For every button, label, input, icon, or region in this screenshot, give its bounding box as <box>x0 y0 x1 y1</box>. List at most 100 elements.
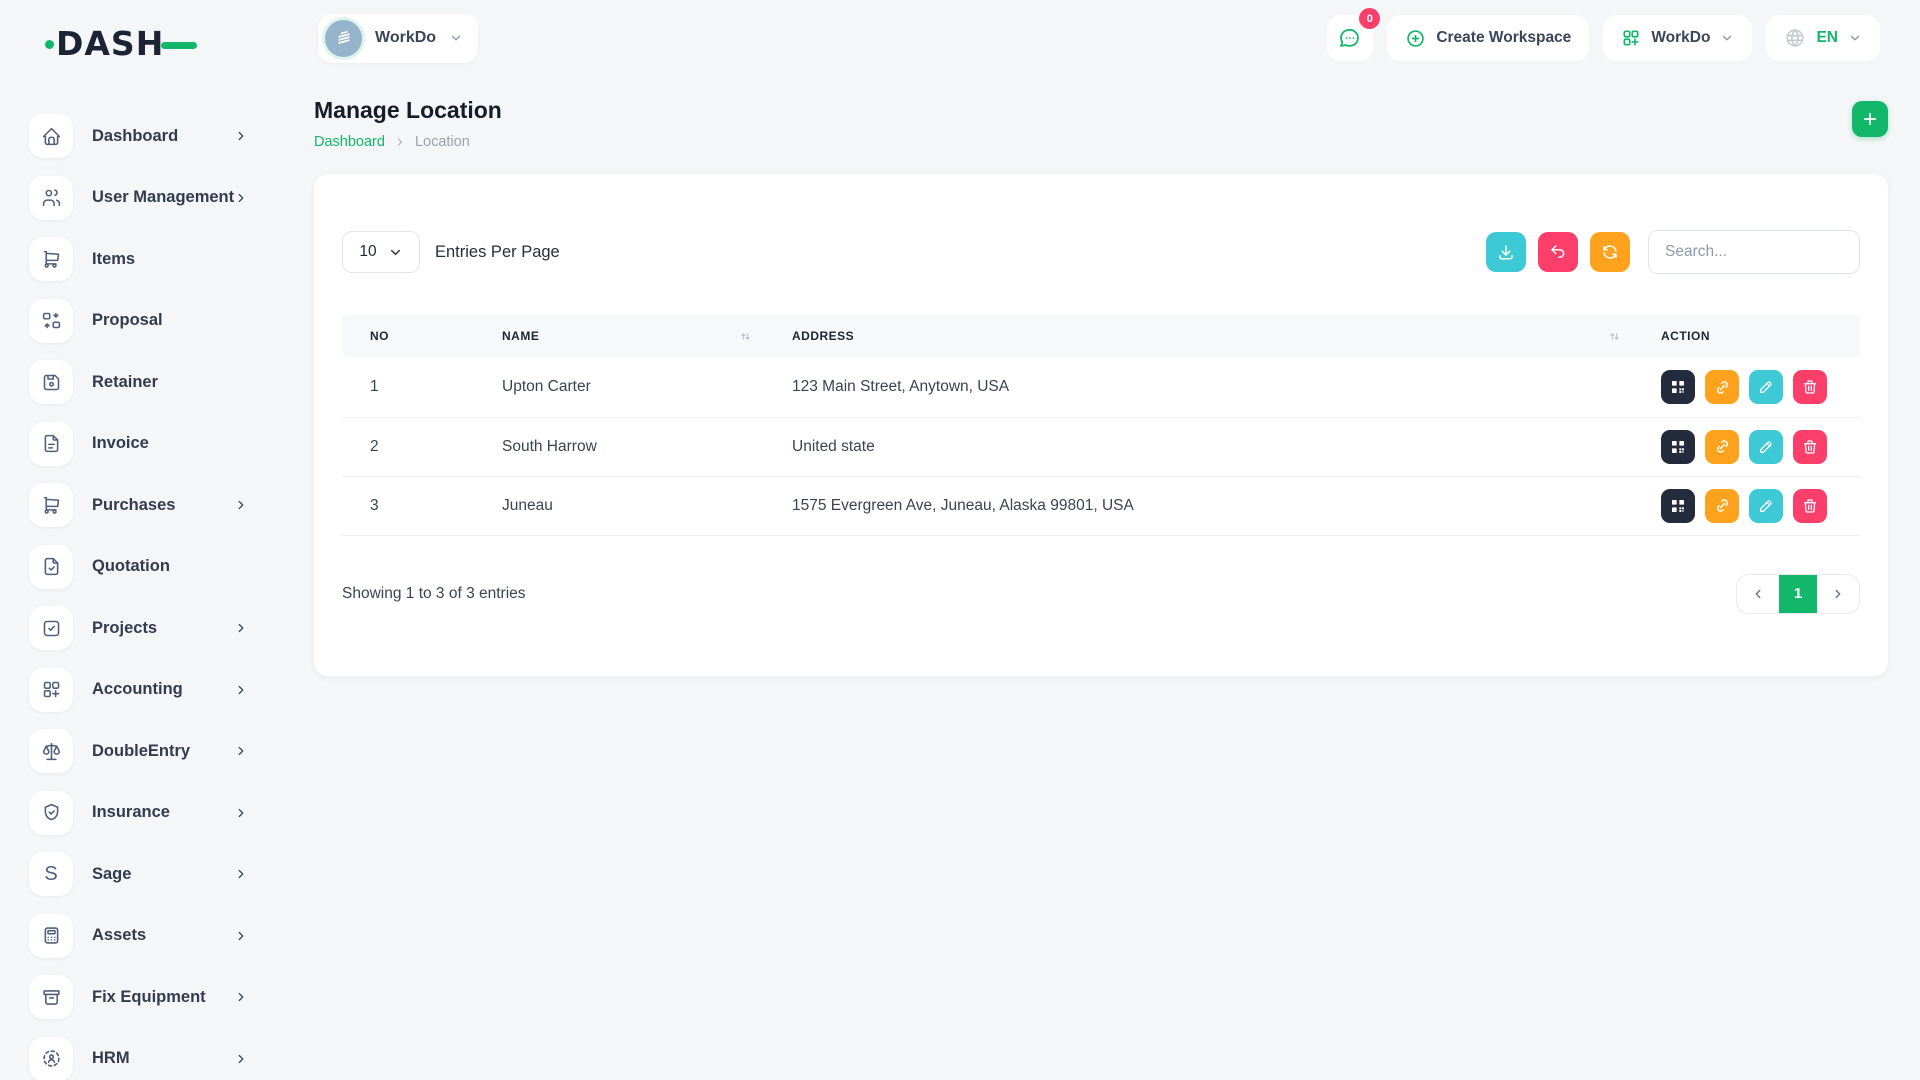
create-workspace-button[interactable]: Create Workspace <box>1387 15 1589 61</box>
messages-button[interactable]: 0 <box>1327 15 1373 61</box>
sidebar-item-accounting[interactable]: Accounting <box>29 668 248 712</box>
chevron-down-icon <box>449 31 463 45</box>
add-location-button[interactable] <box>1852 101 1888 137</box>
sidebar-item-dashboard[interactable]: Dashboard <box>29 114 248 158</box>
sidebar-item-sage[interactable]: S Sage <box>29 852 248 896</box>
delete-button[interactable] <box>1793 489 1827 523</box>
shield-check-icon <box>29 791 73 835</box>
chevron-right-icon <box>234 129 248 143</box>
delete-button[interactable] <box>1793 430 1827 464</box>
workspace-avatar <box>325 20 362 57</box>
sidebar-item-assets[interactable]: Assets <box>29 914 248 958</box>
sidebar-item-label: Items <box>92 250 135 269</box>
chevron-left-icon <box>1751 587 1765 601</box>
search-input[interactable] <box>1648 230 1860 274</box>
workspace-selector[interactable]: WorkDo <box>318 14 478 63</box>
export-download-button[interactable] <box>1486 232 1526 272</box>
file-check-icon <box>29 545 73 589</box>
column-header-name[interactable]: NAME <box>482 314 772 358</box>
trash-icon <box>1802 498 1818 514</box>
sidebar-item-label: Assets <box>92 926 146 945</box>
language-selector[interactable]: EN <box>1766 15 1880 61</box>
sidebar-item-fix-equipment[interactable]: Fix Equipment <box>29 975 248 1019</box>
sidebar-item-quotation[interactable]: Quotation <box>29 545 248 589</box>
sidebar-item-projects[interactable]: Projects <box>29 606 248 650</box>
copy-link-button[interactable] <box>1705 430 1739 464</box>
brand-logo[interactable]: DASH <box>45 26 215 66</box>
sidebar-item-label: Quotation <box>92 557 170 576</box>
workspace-menu-button[interactable]: WorkDo <box>1603 15 1752 61</box>
table-row: 2 South Harrow United state <box>342 417 1860 476</box>
edit-button[interactable] <box>1749 489 1783 523</box>
sidebar-item-invoice[interactable]: Invoice <box>29 422 248 466</box>
copy-link-button[interactable] <box>1705 489 1739 523</box>
qrcode-button[interactable] <box>1661 370 1695 404</box>
cell-address: United state <box>772 417 1641 476</box>
trash-icon <box>1802 439 1818 455</box>
grid-plus-icon <box>29 668 73 712</box>
circle-plus-icon <box>1405 28 1426 49</box>
sidebar: DASH Dashboard User Management Items Pro… <box>0 0 282 1080</box>
cart-icon <box>29 483 73 527</box>
sidebar-item-proposal[interactable]: Proposal <box>29 299 248 343</box>
sidebar-item-label: Fix Equipment <box>92 988 206 1007</box>
chevron-right-icon <box>234 929 248 943</box>
cell-name: Juneau <box>482 476 772 535</box>
qrcode-button[interactable] <box>1661 430 1695 464</box>
sidebar-item-purchases[interactable]: Purchases <box>29 483 248 527</box>
hrm-circle-icon <box>29 1037 73 1080</box>
sidebar-item-doubleentry[interactable]: DoubleEntry <box>29 729 248 773</box>
sidebar-item-items[interactable]: Items <box>29 237 248 281</box>
undo-button[interactable] <box>1538 232 1578 272</box>
sidebar-item-user-management[interactable]: User Management <box>29 176 248 220</box>
sidebar-item-hrm[interactable]: HRM <box>29 1037 248 1080</box>
undo-icon <box>1549 243 1567 261</box>
globe-icon <box>1784 27 1806 49</box>
scale-icon <box>29 729 73 773</box>
entries-per-page-label: Entries Per Page <box>435 243 560 262</box>
sort-icon[interactable] <box>739 330 752 343</box>
previous-page-button[interactable] <box>1737 574 1779 614</box>
workspace-menu-label: WorkDo <box>1651 29 1710 47</box>
table-toolbar: 10 Entries Per Page <box>342 230 1860 274</box>
sidebar-item-label: DoubleEntry <box>92 742 190 761</box>
sidebar-item-label: Proposal <box>92 311 163 330</box>
column-header-address[interactable]: ADDRESS <box>772 314 1641 358</box>
table-header-row: NO NAME ADDRESS ACTION <box>342 314 1860 358</box>
chevron-right-icon <box>234 1052 248 1066</box>
next-page-button[interactable] <box>1817 574 1859 614</box>
entries-per-page-value: 10 <box>359 243 376 261</box>
chevron-right-icon <box>234 191 248 205</box>
current-page-button[interactable]: 1 <box>1779 574 1817 614</box>
breadcrumb-dashboard-link[interactable]: Dashboard <box>314 134 385 150</box>
copy-link-button[interactable] <box>1705 370 1739 404</box>
entries-per-page-select[interactable]: 10 <box>342 231 420 273</box>
link-icon <box>1714 379 1731 396</box>
floppy-icon <box>29 360 73 404</box>
qrcode-button[interactable] <box>1661 489 1695 523</box>
edit-button[interactable] <box>1749 430 1783 464</box>
edit-button[interactable] <box>1749 370 1783 404</box>
row-actions <box>1661 370 1840 404</box>
sidebar-item-retainer[interactable]: Retainer <box>29 360 248 404</box>
sidebar-item-label: Retainer <box>92 373 158 392</box>
users-icon <box>29 176 73 220</box>
main-area: WorkDo 0 Create Workspace WorkDo EN <box>282 0 1920 676</box>
archive-icon <box>29 975 73 1019</box>
column-header-no[interactable]: NO <box>342 314 482 358</box>
chevron-down-icon <box>1720 31 1734 45</box>
chevron-right-icon <box>234 806 248 820</box>
sidebar-item-label: Accounting <box>92 680 183 699</box>
letter-s-icon: S <box>29 852 73 896</box>
delete-button[interactable] <box>1793 370 1827 404</box>
checkbox-icon <box>29 606 73 650</box>
cell-no: 3 <box>342 476 482 535</box>
sidebar-item-insurance[interactable]: Insurance <box>29 791 248 835</box>
workspace-name: WorkDo <box>375 29 436 47</box>
sort-icon[interactable] <box>1608 330 1621 343</box>
refresh-button[interactable] <box>1590 232 1630 272</box>
grid-plus-icon <box>1621 28 1641 48</box>
chevron-right-icon <box>234 867 248 881</box>
messages-badge: 0 <box>1359 8 1380 29</box>
sidebar-item-label: Invoice <box>92 434 149 453</box>
